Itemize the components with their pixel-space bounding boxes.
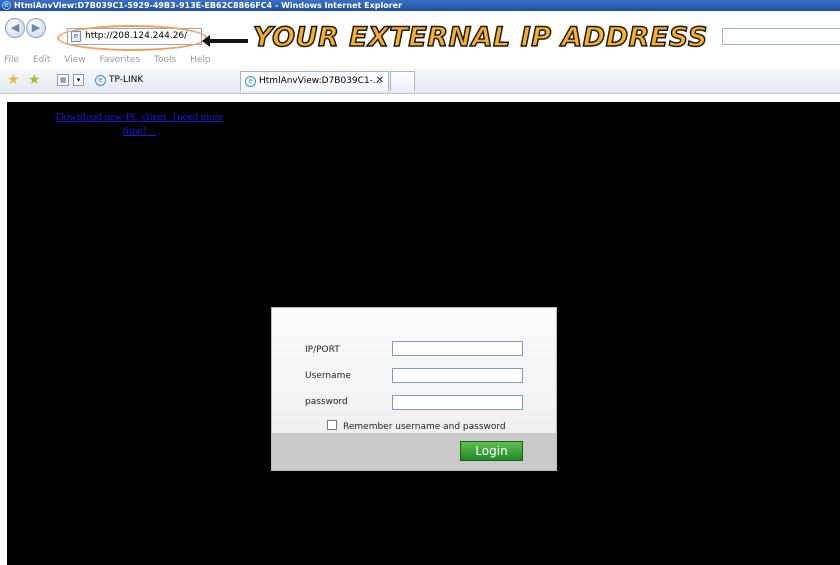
add-favorite-icon[interactable]: ★ <box>28 72 41 88</box>
login-button[interactable]: Login <box>460 441 523 461</box>
forward-button[interactable]: ▶ <box>26 18 46 38</box>
new-tab-button[interactable] <box>390 71 415 91</box>
favorites-tab-bar: ★ ★ ▦ ▾ e TP-LINK e HtmlAnvView:D7B039C1… <box>0 69 840 94</box>
ie-icon: e <box>95 75 106 86</box>
download-client-link[interactable]: Download new PC client（need more time）. <box>52 110 227 138</box>
ip-port-label: IP/PORT <box>305 345 340 355</box>
menu-help[interactable]: Help <box>190 55 211 65</box>
remember-label: Remember username and password <box>343 422 506 432</box>
back-icon: ◀ <box>10 21 20 34</box>
menu-favorites[interactable]: Favorites <box>99 55 140 65</box>
remember-row: Remember username and password <box>327 420 506 433</box>
password-label: password <box>305 397 348 407</box>
menu-tools[interactable]: Tools <box>154 55 176 65</box>
dropdown-icon[interactable]: ▾ <box>73 74 84 86</box>
tab-tp-link[interactable]: e TP-LINK <box>91 71 231 91</box>
menu-bar: File Edit View Favorites Tools Help <box>0 52 840 69</box>
forward-icon: ▶ <box>31 21 41 34</box>
tab-close-icon[interactable]: ✕ <box>376 72 384 90</box>
tab-htmlanvview[interactable]: e HtmlAnvView:D7B039C1-... ✕ <box>240 71 389 91</box>
quick-tabs-icon[interactable]: ▦ <box>57 74 69 86</box>
favorites-star-icon[interactable]: ★ <box>7 72 20 88</box>
ie-icon: e <box>2 1 11 10</box>
window-title: HtmlAnvView:D7B039C1-5929-49B3-913E-EB62… <box>14 1 403 10</box>
menu-file[interactable]: File <box>4 55 19 65</box>
menu-view[interactable]: View <box>64 55 85 65</box>
address-bar-extension[interactable] <box>722 28 840 45</box>
username-label: Username <box>305 371 351 381</box>
login-panel: IP/PORT Username password Remember usern… <box>271 307 557 471</box>
tab-label: HtmlAnvView:D7B039C1-... <box>259 76 382 86</box>
annotation-arrow <box>202 35 248 47</box>
menu-edit[interactable]: Edit <box>33 55 50 65</box>
annotation-circle <box>57 25 207 51</box>
ie-icon: e <box>245 76 256 87</box>
password-input[interactable] <box>392 395 523 410</box>
remember-checkbox[interactable] <box>327 420 337 430</box>
window-title-bar: e HtmlAnvView:D7B039C1-5929-49B3-913E-EB… <box>0 0 840 11</box>
ip-port-input[interactable] <box>392 341 523 356</box>
back-button[interactable]: ◀ <box>5 18 25 38</box>
address-row: ◀ ▶ e http://208.124.244.26/ YOUR EXTERN… <box>0 11 840 54</box>
annotation-text: YOUR EXTERNAL IP ADDRESS <box>252 22 708 54</box>
username-input[interactable] <box>392 368 523 383</box>
tab-label: TP-LINK <box>109 75 144 85</box>
